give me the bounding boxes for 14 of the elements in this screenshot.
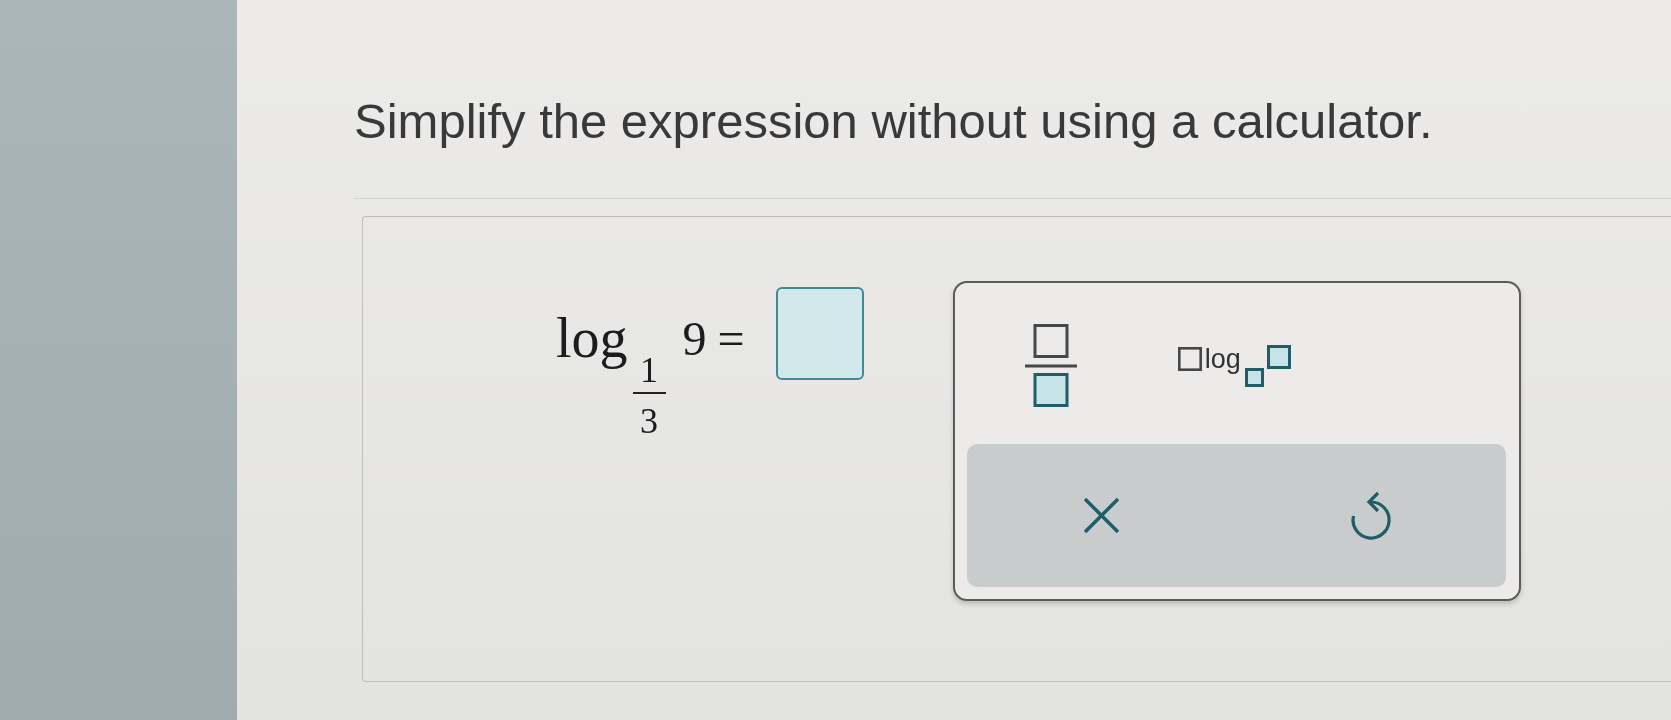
instruction-text: Simplify the expression without using a calculator. — [354, 93, 1434, 149]
log-argument: 9 — [682, 315, 707, 363]
square-icon — [1266, 344, 1291, 369]
undo-icon — [1349, 490, 1392, 541]
equals-sign: = — [717, 315, 745, 363]
cross-icon — [1082, 497, 1120, 534]
fraction-icon — [1024, 324, 1077, 407]
answer-field[interactable] — [775, 287, 864, 380]
square-icon — [1177, 346, 1202, 371]
square-icon — [1244, 367, 1264, 387]
fraction-numerator: 1 — [640, 352, 659, 388]
fraction-denominator: 3 — [640, 403, 659, 439]
log-template-button[interactable]: log — [1177, 344, 1291, 387]
fraction-template-button[interactable] — [1024, 324, 1077, 407]
